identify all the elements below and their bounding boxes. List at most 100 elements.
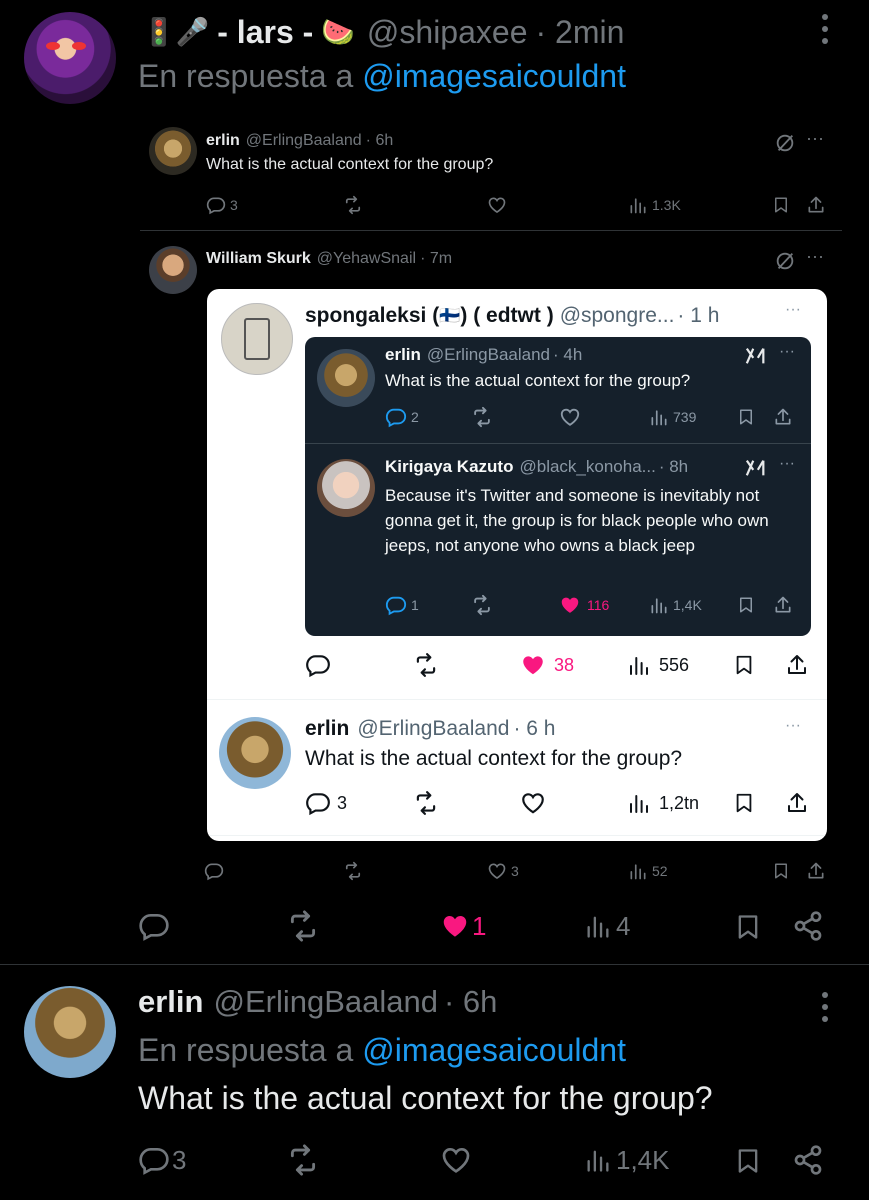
reply-icon [204, 861, 224, 881]
view-count: 1.3K [652, 197, 681, 213]
inner-dark-card: erlin @ErlingBaaland · 4h ··· What is th… [305, 337, 811, 636]
like-button[interactable] [487, 194, 507, 216]
avatar[interactable] [149, 246, 197, 294]
post-text: What is the actual context for the group… [206, 156, 494, 173]
timestamp[interactable]: · 2min [535, 14, 624, 51]
views-button: 739 [649, 405, 696, 429]
bookmark-button[interactable] [734, 1144, 762, 1178]
like-icon [487, 861, 507, 881]
timestamp[interactable]: · 6h [444, 984, 497, 1020]
bookmark-button[interactable] [734, 910, 762, 944]
handle[interactable]: @ErlingBaaland [213, 984, 438, 1020]
views-button[interactable]: 1.3K [628, 194, 681, 216]
repost-button[interactable] [343, 194, 363, 216]
reply-button[interactable]: 3 [206, 194, 238, 216]
name-emoji-suffix: 🍉 [321, 17, 355, 47]
display-name-rest: ) ( edtwt ) [460, 304, 554, 327]
share-button [785, 651, 809, 679]
bookmark-icon [733, 654, 755, 676]
reply-button[interactable] [204, 860, 224, 882]
grok-icon[interactable] [774, 132, 796, 154]
avatar[interactable] [24, 12, 116, 104]
reply-context: En respuesta a @imagesaicouldnt [138, 1030, 626, 1070]
handle[interactable]: @shipaxee [367, 14, 528, 51]
reply-to-link[interactable]: @imagesaicouldnt [362, 58, 626, 95]
name-emoji-prefix: 🚦🎤 [142, 17, 210, 47]
views-button[interactable]: 4 [584, 908, 630, 944]
views-icon [649, 407, 669, 427]
display-name[interactable]: erlin [206, 132, 240, 150]
share-icon [773, 407, 793, 427]
views-icon [627, 653, 651, 677]
liked-heart-icon [520, 652, 546, 678]
reply-prefix: En respuesta a [138, 1031, 354, 1068]
timestamp: · 1 h [677, 304, 720, 327]
share-button[interactable] [806, 860, 826, 882]
timestamp: · 4h [553, 345, 583, 364]
more-options-icon: ··· [785, 301, 801, 318]
tweet-header: erlin @ErlingBaaland · 4h [385, 343, 582, 367]
bookmark-icon [737, 408, 755, 426]
reply-button[interactable] [138, 908, 170, 944]
quoted-header: erlin @ErlingBaaland · 6h [206, 130, 393, 152]
handle[interactable]: @YehawSnail [317, 250, 416, 268]
bookmark-button[interactable] [772, 194, 790, 216]
timestamp: · 8h [658, 457, 689, 476]
avatar [317, 349, 375, 407]
reply-count: 3 [230, 197, 238, 213]
bookmark-button[interactable] [772, 860, 790, 882]
view-count: 1,4K [616, 1144, 670, 1175]
timestamp: · 6 h [513, 717, 556, 740]
reply-count: 3 [337, 792, 348, 813]
bookmark-icon [733, 792, 755, 814]
handle: @spongre... [559, 304, 675, 327]
more-options-icon[interactable]: ··· [806, 128, 824, 149]
repost-icon [343, 861, 363, 881]
share-button [773, 593, 793, 617]
repost-button [413, 651, 439, 679]
handle: @black_konoha... [519, 457, 656, 476]
divider [140, 230, 842, 231]
views-button[interactable]: 52 [628, 860, 668, 882]
like-button[interactable] [440, 1142, 472, 1178]
display-name[interactable]: erlin [138, 984, 203, 1020]
display-name[interactable]: William Skurk [206, 250, 311, 268]
reply-button: 3 [305, 789, 347, 817]
view-count: 556 [659, 654, 690, 675]
like-button[interactable]: 1 [440, 908, 486, 944]
reply-to-link[interactable]: @imagesaicouldnt [362, 1032, 626, 1069]
display-name: erlin [385, 345, 421, 364]
more-options-icon[interactable] [818, 14, 832, 48]
repost-button[interactable] [286, 908, 320, 944]
tweet-header: erlin @ErlingBaaland · 6 h [305, 715, 555, 743]
more-options-icon[interactable] [818, 992, 832, 1026]
more-options-icon: ··· [779, 343, 795, 360]
share-button[interactable] [806, 194, 826, 216]
tweet-text: What is the actual context for the group… [385, 371, 691, 390]
reply-button[interactable]: 3 [138, 1142, 186, 1178]
handle: @ErlingBaaland [357, 717, 510, 740]
reply-icon [206, 195, 226, 215]
views-icon [584, 912, 612, 940]
reply-button: 2 [385, 405, 419, 429]
views-button[interactable]: 1,4K [584, 1142, 670, 1178]
repost-button[interactable] [343, 860, 363, 882]
like-count: 38 [554, 654, 575, 675]
grok-icon[interactable] [774, 250, 796, 272]
avatar[interactable] [149, 127, 197, 175]
views-button: 1,4K [649, 593, 702, 617]
handle[interactable]: @ErlingBaaland [246, 132, 362, 150]
share-button[interactable] [792, 1142, 824, 1178]
more-options-icon[interactable]: ··· [806, 246, 824, 267]
more-options-icon: ··· [785, 717, 801, 734]
views-button: 1,2tn [627, 789, 699, 817]
bookmark-icon [734, 913, 762, 941]
reply-icon [305, 652, 331, 678]
views-icon [584, 1146, 612, 1174]
repost-icon [286, 1143, 320, 1177]
display-name[interactable]: - lars - [217, 14, 313, 51]
share-button[interactable] [792, 908, 824, 944]
avatar[interactable] [24, 986, 116, 1078]
repost-button[interactable] [286, 1142, 320, 1178]
like-button[interactable]: 3 [487, 860, 519, 882]
